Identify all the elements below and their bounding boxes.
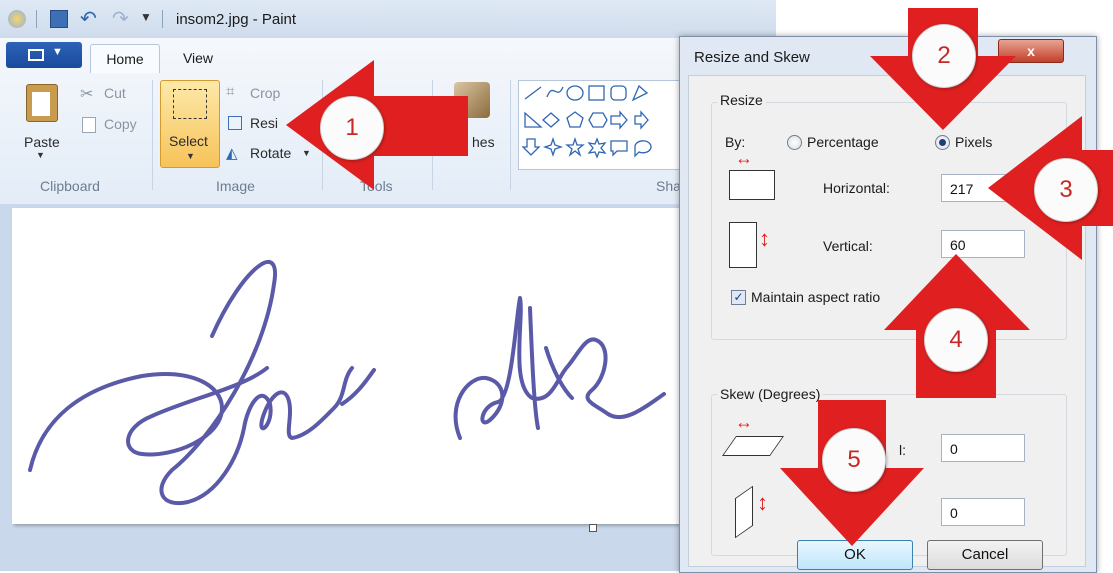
step-badge-3: 3 xyxy=(1034,158,1098,222)
step-badge-1: 1 xyxy=(320,96,384,160)
step-badge-5: 5 xyxy=(822,428,886,492)
step-badge-4: 4 xyxy=(924,308,988,372)
step-badge-2: 2 xyxy=(912,24,976,88)
